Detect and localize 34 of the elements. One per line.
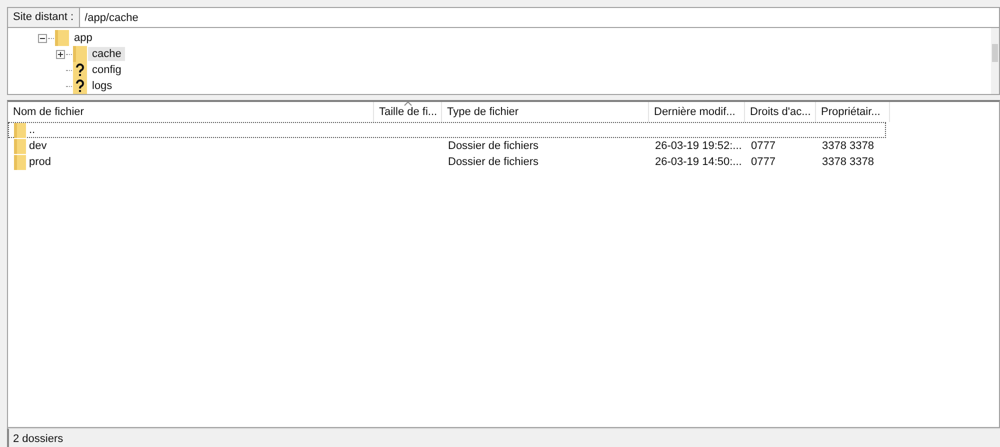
table-cell: 3378 3378 [822,156,874,168]
column-header[interactable]: Dernière modif... [649,102,745,122]
tree-item[interactable]: config [88,63,126,77]
status-bar: 2 dossiers [7,428,1000,447]
toggle-icon[interactable] [56,50,66,58]
tree-item[interactable]: cache [88,47,126,61]
column-header[interactable]: Taille de fi... [374,102,442,122]
folder-icon [73,46,87,62]
tree-item[interactable]: logs [88,79,116,93]
folder-icon [14,138,26,154]
toggle-icon[interactable] [38,34,48,42]
scrollbar[interactable] [991,28,999,94]
question-icon [73,62,87,78]
table-cell[interactable]: .. [29,124,36,136]
column-header[interactable]: Type de fichier [442,102,649,122]
table-cell: 3378 3378 [822,140,874,152]
table-cell: Dossier de fichiers [448,140,538,152]
column-header[interactable]: Nom de fichier [8,102,374,122]
folder-icon [14,154,26,170]
table-cell: 26-03-19 14:50:... [655,156,742,168]
column-header[interactable]: Propriétair... [816,102,890,122]
folder-icon [14,122,26,138]
table-cell[interactable]: prod [29,156,52,168]
column-header[interactable]: Droits d'ac... [745,102,816,122]
folder-icon [55,30,69,46]
tree-item[interactable]: app [70,31,96,45]
question-icon [73,78,87,94]
table-cell: Dossier de fichiers [448,156,538,168]
table-cell: 26-03-19 19:52:... [655,140,742,152]
table-cell: 0777 [751,140,776,152]
table-cell: 0777 [751,156,776,168]
table-cell[interactable]: dev [29,140,47,152]
site-label: Site distant : [7,7,80,27]
path-field[interactable]: /app/cache [80,7,1000,27]
